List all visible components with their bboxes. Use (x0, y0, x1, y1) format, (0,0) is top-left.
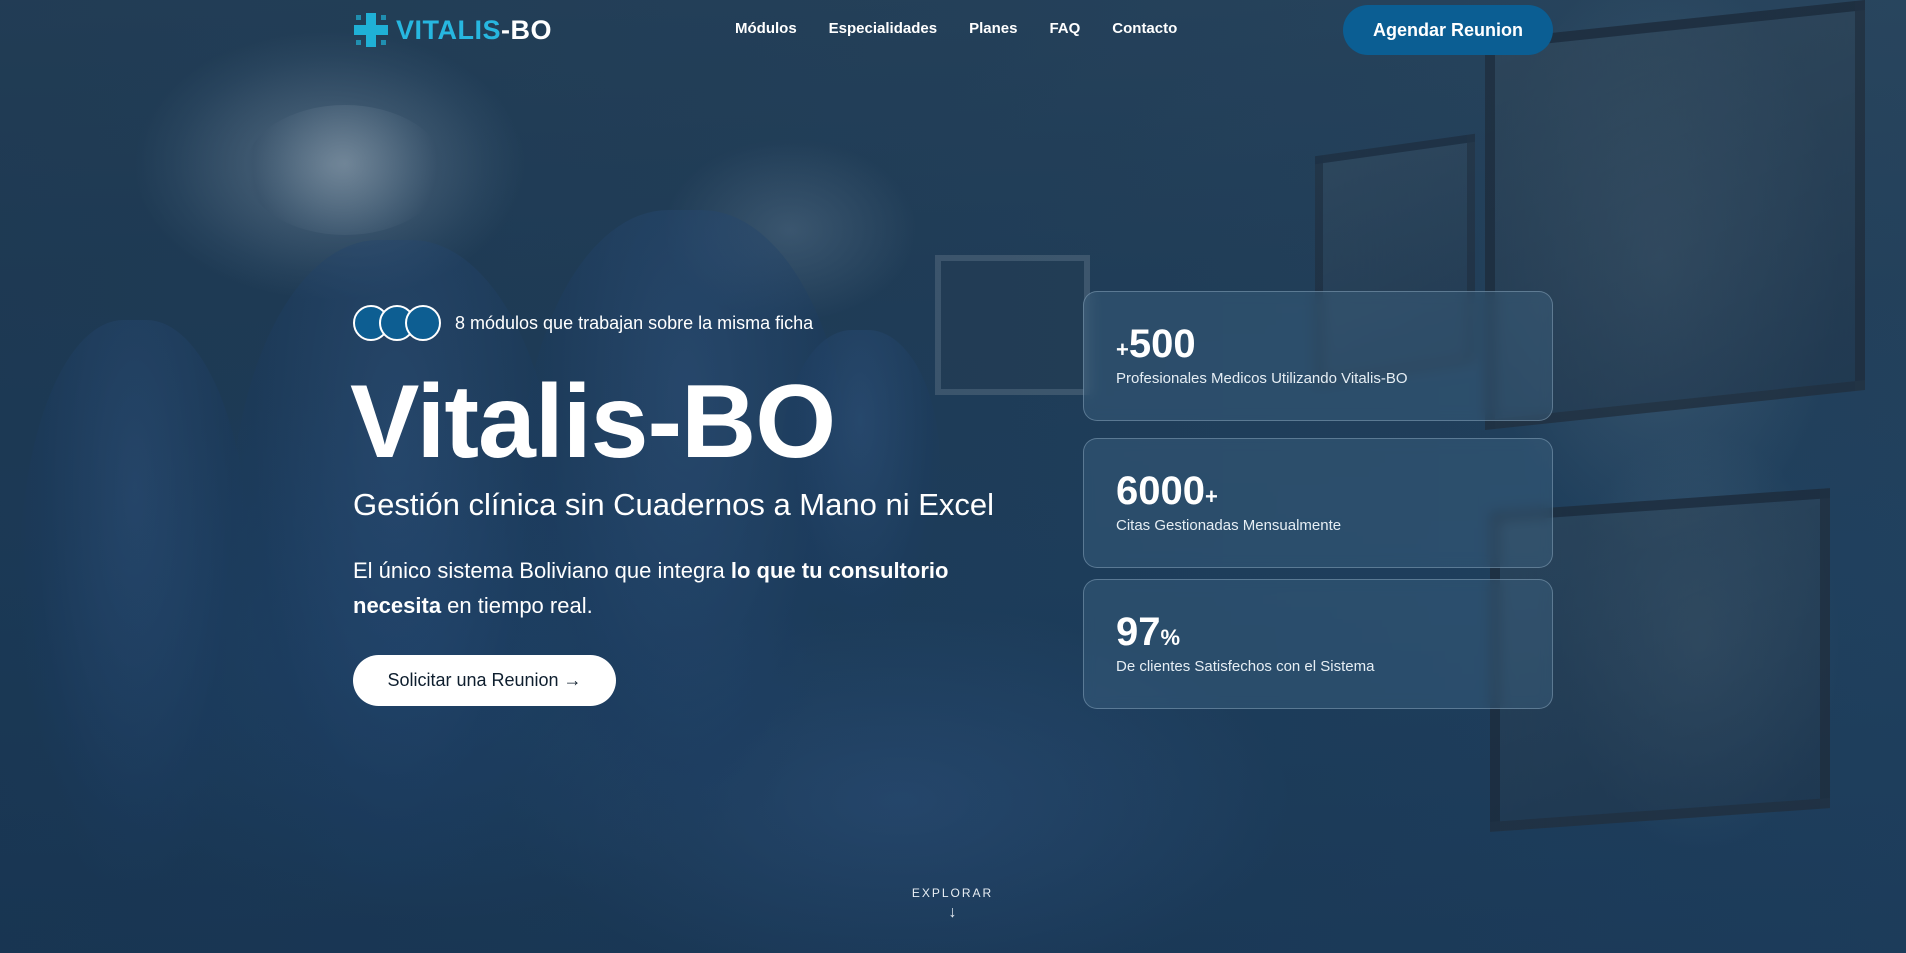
stat-suffix: + (1204, 484, 1218, 509)
nav-item-modulos[interactable]: Módulos (735, 20, 797, 37)
nav-item-faq[interactable]: FAQ (1049, 20, 1080, 37)
stat-prefix: + (1116, 337, 1129, 362)
stat-number: 500 (1128, 322, 1196, 366)
avatar-circle (405, 305, 441, 341)
site-header: VITALIS-BO Módulos Especialidades Planes… (0, 0, 1906, 60)
hero-title: Vitalis-BO (350, 364, 836, 480)
brand-name: VITALIS-BO (396, 15, 552, 46)
stat-card: 6000 + Citas Gestionadas Mensualmente (1083, 438, 1553, 568)
brand-name-part1: VITALIS (396, 14, 502, 45)
modules-badge: 8 módulos que trabajan sobre la misma fi… (353, 305, 813, 341)
medical-cross-icon (352, 11, 390, 49)
badge-text: 8 módulos que trabajan sobre la misma fi… (455, 312, 814, 333)
nav-item-contacto[interactable]: Contacto (1112, 20, 1177, 37)
stat-label: Profesionales Medicos Utilizando Vitalis… (1116, 370, 1408, 387)
stat-card: +500 Profesionales Medicos Utilizando Vi… (1083, 291, 1553, 421)
stat-value: +500 (1116, 322, 1196, 367)
explore-label: EXPLORAR (911, 886, 994, 900)
stat-value: 6000 + (1116, 469, 1218, 514)
request-meeting-button[interactable]: Solicitar una Reunion → (353, 655, 616, 706)
hero-background (0, 0, 1906, 953)
avatar-stack (353, 305, 441, 341)
desc-bold: necesita (353, 593, 442, 618)
stat-label: Citas Gestionadas Mensualmente (1116, 517, 1342, 534)
stat-number: 6000 (1116, 469, 1205, 513)
background-overlay (0, 0, 1906, 953)
stat-suffix: % (1160, 625, 1181, 650)
hero-subtitle: Gestión clínica sin Cuadernos a Mano ni … (353, 487, 994, 522)
stat-card: 97% De clientes Satisfechos con el Siste… (1083, 579, 1553, 709)
stat-value: 97% (1116, 610, 1180, 655)
arrow-down-icon: ↓ (948, 904, 957, 921)
nav-item-especialidades[interactable]: Especialidades (829, 20, 937, 37)
hero-description: El único sistema Boliviano que integra l… (353, 553, 993, 623)
desc-text: en tiempo real. (441, 593, 593, 618)
explore-link[interactable]: EXPLORAR ↓ (910, 886, 995, 922)
stat-number: 97 (1116, 610, 1161, 654)
schedule-meeting-button[interactable]: Agendar Reunion (1343, 5, 1553, 55)
brand-logo[interactable]: VITALIS-BO (352, 11, 552, 49)
nav-item-planes[interactable]: Planes (969, 20, 1017, 37)
desc-bold: lo que tu consultorio (730, 558, 949, 583)
desc-text: El único sistema Boliviano que integra (353, 558, 731, 583)
stat-label: De clientes Satisfechos con el Sistema (1116, 658, 1375, 675)
brand-name-part2: -BO (501, 14, 553, 45)
main-nav: Módulos Especialidades Planes FAQ Contac… (735, 20, 1177, 37)
